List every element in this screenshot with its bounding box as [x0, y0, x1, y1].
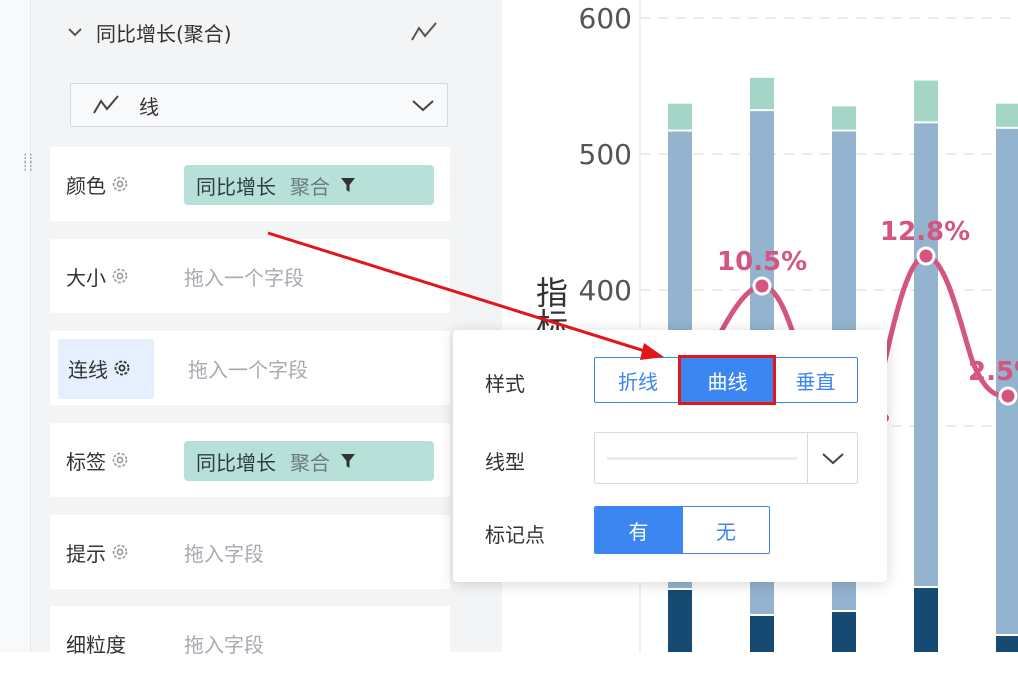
drag-handle-icon[interactable]: ⁝⁝ ⁝⁝: [23, 152, 33, 179]
color-row-name: 颜色: [66, 147, 130, 221]
bar-segment-bottom: [996, 636, 1018, 652]
line-chart-icon: [93, 95, 119, 114]
gear-icon[interactable]: [112, 358, 132, 378]
chart-type-label: 线: [139, 94, 159, 119]
panel-gutter: [0, 0, 31, 652]
connect-row-name[interactable]: 连线: [68, 331, 132, 405]
connect-row: 连线 拖入一个字段: [50, 331, 450, 405]
line-marker: [752, 276, 772, 296]
color-label: 颜色: [66, 173, 106, 198]
line-marker: [916, 246, 936, 266]
tooltip-drop-target[interactable]: 拖入字段: [184, 515, 264, 589]
y-tick-label: 500: [579, 138, 632, 171]
marker-option-on[interactable]: 有: [595, 507, 682, 553]
color-row: 颜色 同比增长 聚合: [50, 147, 450, 221]
line-marker: [998, 386, 1018, 406]
chevron-down-icon[interactable]: [66, 23, 84, 41]
granularity-row: 细粒度 拖入字段: [50, 606, 450, 680]
line-style-popover: 样式 折线 曲线 垂直 线型 标记点 有 无: [453, 330, 887, 582]
gear-icon[interactable]: [110, 174, 130, 194]
chevron-down-icon: [822, 453, 844, 465]
series-title: 同比增长(聚合): [96, 21, 232, 46]
chevron-down-icon: [412, 100, 434, 112]
bar-segment-bottom: [668, 590, 692, 652]
pill-field-name: 同比增长: [196, 174, 276, 199]
tooltip-label: 提示: [66, 541, 106, 566]
granularity-drop-target[interactable]: 拖入字段: [184, 606, 264, 680]
y-tick-label: 600: [579, 2, 632, 35]
bar-segment-bottom: [914, 588, 938, 652]
line-chart-icon[interactable]: [410, 20, 438, 44]
gear-icon[interactable]: [110, 266, 130, 286]
select-divider: [807, 433, 808, 483]
pill-field-name: 同比增长: [196, 450, 276, 475]
label-label: 标签: [66, 449, 106, 474]
data-label: 2.5%: [968, 357, 1018, 387]
pill-agg-label: 聚合: [290, 174, 330, 199]
size-label: 大小: [66, 265, 106, 290]
bar-segment-top: [832, 106, 856, 130]
size-row: 大小 拖入一个字段: [50, 239, 450, 313]
marker-segmented: 有 无: [594, 506, 770, 554]
linetype-label: 线型: [485, 450, 525, 474]
linetype-select[interactable]: [594, 432, 858, 484]
bar-segment-bottom: [832, 612, 856, 652]
style-label: 样式: [485, 372, 525, 396]
filter-icon[interactable]: [340, 176, 356, 194]
gear-icon[interactable]: [110, 450, 130, 470]
chart-type-select[interactable]: 线: [70, 83, 448, 127]
granularity-row-name: 细粒度: [66, 606, 126, 680]
granularity-label: 细粒度: [66, 632, 126, 657]
marker-option-off[interactable]: 无: [682, 507, 769, 553]
tooltip-row: 提示 拖入字段: [50, 515, 450, 589]
connect-drop-target[interactable]: 拖入一个字段: [188, 331, 308, 405]
style-segmented: 折线 曲线 垂直: [594, 355, 858, 405]
data-label: 12.8%: [880, 217, 970, 247]
size-drop-target[interactable]: 拖入一个字段: [184, 239, 304, 313]
config-panel: ⁝⁝ ⁝⁝ 同比增长(聚合) 线 颜色 同比增长 聚合 大小 拖入一个字段 连线…: [0, 0, 502, 680]
pill-agg-label: 聚合: [290, 450, 330, 475]
label-field-pill[interactable]: 同比增长 聚合: [184, 441, 434, 481]
style-option-polyline[interactable]: 折线: [595, 358, 681, 402]
color-field-pill[interactable]: 同比增长 聚合: [184, 165, 434, 205]
bar-segment-top: [996, 103, 1018, 127]
gear-icon[interactable]: [110, 542, 130, 562]
bar-segment-bottom: [750, 616, 774, 652]
filter-icon[interactable]: [340, 452, 356, 470]
bar-segment-top: [668, 103, 692, 130]
label-row-name: 标签: [66, 423, 130, 497]
bar-segment-middle: [914, 123, 938, 587]
tooltip-row-name: 提示: [66, 515, 130, 589]
marker-label: 标记点: [485, 523, 545, 547]
data-label: 10.5%: [717, 247, 807, 277]
series-header[interactable]: 同比增长(聚合): [60, 12, 450, 52]
bar-segment-top: [914, 80, 938, 122]
connect-label: 连线: [68, 357, 108, 382]
linetype-sample: [607, 457, 797, 460]
size-row-name: 大小: [66, 239, 130, 313]
style-option-curve[interactable]: 曲线: [678, 355, 776, 405]
bar-segment-top: [750, 77, 774, 110]
label-row: 标签 同比增长 聚合: [50, 423, 450, 497]
style-option-vertical[interactable]: 垂直: [773, 358, 857, 402]
y-tick-label: 400: [579, 274, 632, 307]
